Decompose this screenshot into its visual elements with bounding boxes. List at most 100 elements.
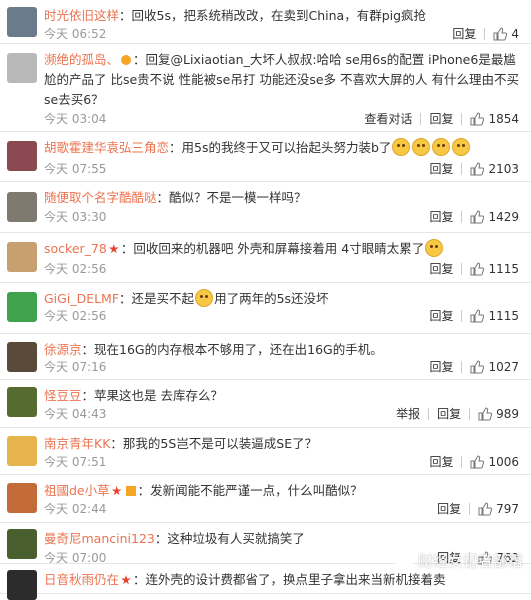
like-button[interactable]: 989	[470, 407, 519, 421]
like-count: 797	[496, 501, 519, 516]
emoji-icon	[195, 289, 214, 307]
like-button[interactable]: 1027	[462, 360, 519, 374]
like-button[interactable]: 2103	[462, 162, 519, 176]
username-link[interactable]: 徐源京	[44, 342, 82, 357]
timestamp: 今天 07:51	[44, 455, 107, 469]
comment-body: 用5s的我终于又可以抬起头努力装b了	[181, 140, 392, 155]
comment-actions: 回复 4	[444, 25, 519, 42]
comment-item: 祖國de小草 ：发新闻能不能严谨一点，什么叫酷似？ 今天 02:44 回复 797	[0, 475, 531, 523]
reply-button[interactable]: 回复	[421, 453, 461, 470]
username-link[interactable]: 濒绝的孤岛、	[44, 52, 119, 67]
like-button[interactable]: 1006	[462, 455, 519, 469]
comment-text: 怪豆豆：苹果这也是 去库存么？	[44, 386, 521, 406]
reply-button[interactable]: 回复	[421, 208, 461, 225]
timestamp: 今天 03:30	[44, 210, 107, 224]
avatar[interactable]	[7, 192, 37, 222]
reply-button[interactable]: 回复	[444, 25, 484, 42]
emoji-icon	[432, 138, 451, 156]
username-link[interactable]: 曼奇尼mancini123	[44, 531, 155, 546]
avatar[interactable]	[7, 387, 37, 417]
star-badge-icon	[111, 486, 122, 496]
thumbs-up-icon	[493, 26, 508, 40]
username-link[interactable]: socker_78	[44, 241, 107, 256]
emoji-icon	[412, 138, 431, 156]
avatar[interactable]	[7, 342, 37, 372]
like-count: 1115	[488, 261, 519, 276]
comment-item: 徐源京：现在16G的内存根本不够用了，还在出16G的手机。 今天 07:16 回复 1…	[0, 334, 531, 380]
avatar[interactable]	[7, 242, 37, 272]
like-count: 1429	[488, 209, 519, 224]
star-badge-icon	[121, 575, 131, 585]
separator: ：	[119, 291, 132, 306]
separator: ：	[169, 140, 182, 155]
thumbs-up-icon	[470, 209, 485, 223]
reply-button[interactable]: 回复	[421, 358, 461, 375]
avatar[interactable]	[7, 436, 37, 466]
reply-button[interactable]: 回复	[421, 160, 461, 177]
comment-body: 连外壳的设计费都省了，换点里子拿出来当新机接着卖	[145, 572, 446, 587]
reply-button[interactable]: 回复	[429, 500, 469, 517]
reply-button[interactable]: 回复	[421, 260, 461, 277]
like-button[interactable]: 1115	[462, 262, 519, 276]
reply-button[interactable]: 回复	[421, 307, 461, 324]
vip-badge-icon	[121, 55, 132, 65]
avatar[interactable]	[7, 53, 37, 83]
thumbs-up-icon	[478, 406, 493, 420]
separator: ：	[81, 388, 95, 403]
comment-body: 现在16G的内存根本不够用了，还在出16G的手机。	[94, 342, 383, 357]
reply-button[interactable]: 回复	[421, 110, 461, 127]
comment-actions: 举报 回复 989	[388, 405, 519, 422]
extra-action-link[interactable]: 查看对话	[356, 110, 420, 127]
thumbs-up-icon	[478, 501, 493, 515]
comment-actions: 回复 1006	[421, 453, 519, 470]
like-button[interactable]: 1429	[462, 210, 519, 224]
timestamp: 今天 02:56	[44, 262, 107, 276]
reply-button[interactable]: 回复	[429, 405, 469, 422]
avatar[interactable]	[7, 292, 37, 322]
avatar[interactable]	[7, 529, 37, 559]
watermark: 财经女记者部落	[392, 550, 523, 571]
comment-body: 还是买不起	[131, 291, 195, 306]
comment-actions: 回复 1027	[421, 358, 519, 375]
username-link[interactable]: 怪豆豆	[44, 388, 82, 403]
comment-body: 酷似？不是一模一样吗？	[169, 190, 307, 205]
like-button[interactable]: 797	[470, 502, 519, 516]
comment-text: 南京青年KK：那我的5S岂不是可以装逼成SE了？	[44, 434, 521, 454]
comment-body: 那我的5S岂不是可以装逼成SE了？	[122, 436, 318, 451]
avatar[interactable]	[7, 141, 37, 171]
avatar[interactable]	[7, 7, 37, 37]
thumbs-up-icon	[470, 359, 485, 373]
separator: ：	[120, 241, 134, 256]
comment-actions: 回复 1115	[421, 260, 519, 277]
timestamp: 今天 07:55	[44, 162, 107, 176]
timestamp: 今天 02:44	[44, 502, 107, 516]
comment-body: 苹果这也是 去库存么？	[94, 388, 224, 403]
like-count: 4	[511, 26, 519, 41]
username-link[interactable]: 胡歌霍建华袁弘三角恋	[44, 140, 169, 155]
extra-action-link[interactable]: 举报	[388, 405, 428, 422]
username-link[interactable]: 祖國de小草	[44, 483, 110, 498]
like-button[interactable]: 4	[485, 27, 519, 41]
avatar[interactable]	[7, 570, 37, 600]
separator: ：	[156, 190, 170, 205]
username-link[interactable]: 随便取个名字酷酷哒	[44, 190, 157, 205]
username-link[interactable]: 时光依旧这样	[44, 8, 119, 23]
comment-item: 怪豆豆：苹果这也是 去库存么？ 今天 04:43 举报 回复 989	[0, 380, 531, 428]
emoji-icon	[392, 138, 411, 156]
username-link[interactable]: 南京青年KK	[44, 436, 110, 451]
comment-text: 时光依旧这样：回收5s，把系统稍改改，在卖到China，有群pig疯抢	[44, 6, 521, 26]
timestamp: 今天 07:16	[44, 360, 107, 374]
timestamp: 今天 02:56	[44, 309, 107, 323]
like-button[interactable]: 1854	[462, 112, 519, 126]
comment-body: 这种垃圾有人买就搞笑了	[167, 531, 305, 546]
username-link[interactable]: 日音秋雨仍在	[44, 572, 119, 587]
comment-actions: 回复 2103	[421, 160, 519, 177]
username-link[interactable]: GiGi_DELMF	[44, 291, 119, 306]
thumbs-up-icon	[470, 161, 485, 175]
separator: ：	[137, 483, 151, 498]
like-button[interactable]: 1115	[462, 309, 519, 323]
avatar[interactable]	[7, 483, 37, 513]
timestamp: 今天 06:52	[44, 27, 107, 41]
comment-text: 曼奇尼mancini123：这种垃圾有人买就搞笑了	[44, 529, 521, 549]
comment-item: socker_78 ：回收回来的机器吧 外壳和屏幕接着用 4寸眼睛太累了 今天 02…	[0, 233, 531, 283]
